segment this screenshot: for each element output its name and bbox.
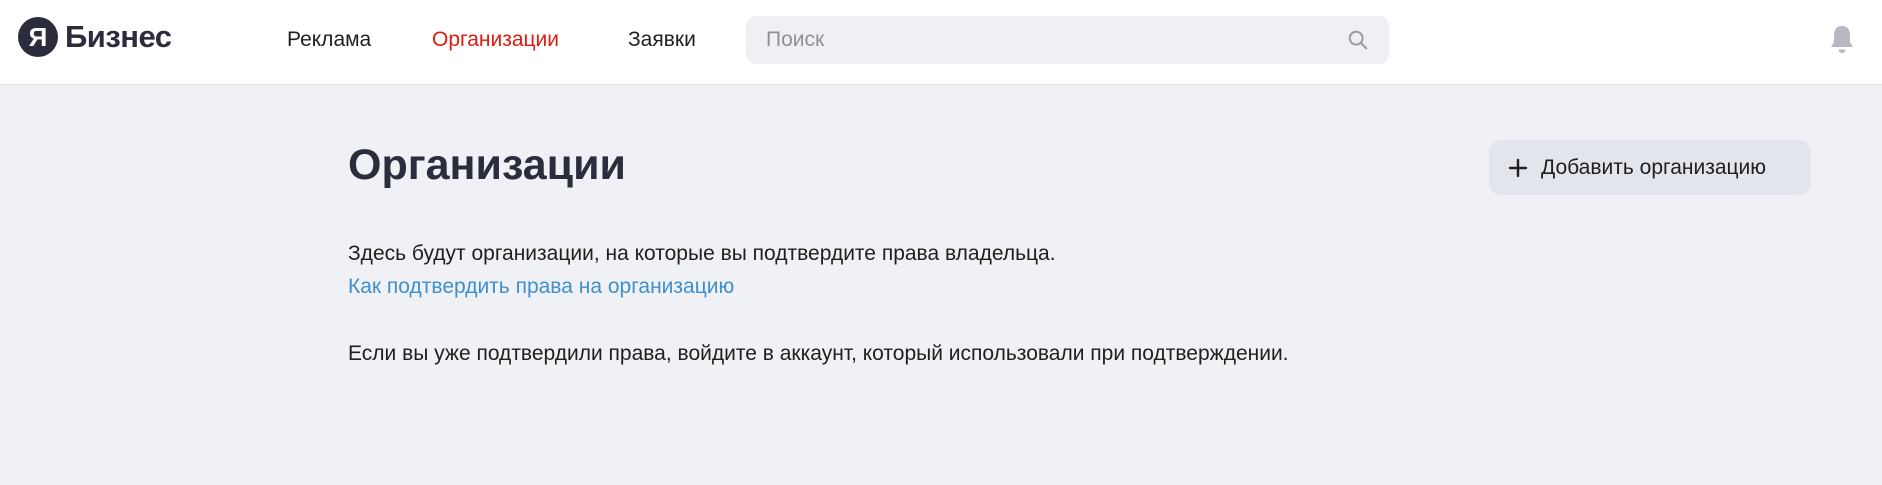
search-input[interactable] bbox=[746, 16, 1389, 64]
yandex-logo-mark: Я bbox=[18, 17, 58, 57]
plus-icon bbox=[1508, 158, 1528, 177]
help-link[interactable]: Как подтвердить права на организацию bbox=[348, 275, 734, 299]
nav-requests[interactable]: Заявки bbox=[628, 28, 696, 52]
empty-state-text: Здесь будут организации, на которые вы п… bbox=[348, 242, 1056, 265]
add-organization-button[interactable]: Добавить организацию bbox=[1489, 140, 1811, 195]
business-logo-text: Бизнес bbox=[65, 19, 172, 54]
add-organization-label: Добавить организацию bbox=[1541, 155, 1767, 179]
page-title: Организации bbox=[348, 141, 626, 189]
search-box bbox=[746, 16, 1389, 64]
nav-organizations[interactable]: Организации bbox=[432, 28, 559, 52]
yandex-business-logo[interactable]: Я Бизнес bbox=[18, 17, 172, 57]
nav-ads[interactable]: Реклама bbox=[287, 28, 371, 52]
bell-icon[interactable] bbox=[1829, 24, 1855, 56]
login-hint-text: Если вы уже подтвердили права, войдите в… bbox=[348, 342, 1289, 365]
search-icon[interactable] bbox=[1347, 29, 1369, 51]
top-header: Я Бизнес Реклама Организации Заявки bbox=[0, 0, 1882, 85]
